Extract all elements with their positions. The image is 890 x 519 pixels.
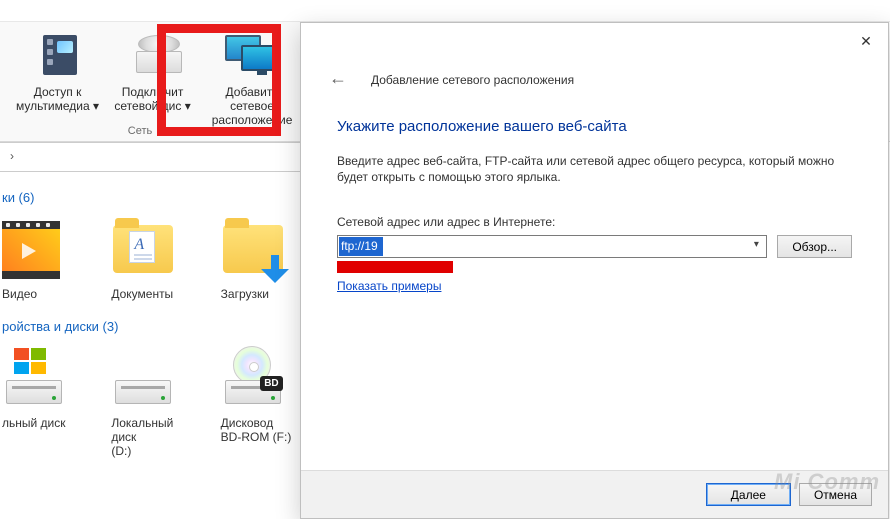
drives-row: льный диск Локальный диск (D:) BD Ди: [0, 346, 300, 458]
network-address-combobox[interactable]: ftp://19 ▾: [337, 235, 767, 258]
item-label: Дисковод: [221, 416, 274, 430]
dialog-description: Введите адрес веб-сайта, FTP-сайта или с…: [337, 153, 852, 185]
dialog-header: ← Добавление сетевого расположения: [301, 58, 888, 110]
list-item-videos[interactable]: Видео: [2, 217, 81, 301]
item-label: Документы: [111, 287, 190, 301]
back-button[interactable]: ←: [329, 68, 353, 92]
dialog-title: Добавление сетевого расположения: [371, 73, 574, 87]
item-label: (D:): [111, 444, 131, 458]
list-item-downloads[interactable]: Загрузки: [221, 217, 300, 301]
browse-button[interactable]: Обзор...: [777, 235, 852, 258]
list-item-local-disk-c[interactable]: льный диск: [2, 346, 81, 458]
media-icon: [23, 29, 93, 81]
list-item-bd-rom[interactable]: BD Дисковод BD-ROM (F:): [221, 346, 300, 458]
address-field-label: Сетевой адрес или адрес в Интернете:: [337, 215, 852, 229]
section-header-folders[interactable]: ки (6): [2, 190, 300, 205]
item-label: Загрузки: [221, 287, 300, 301]
next-button[interactable]: Далее: [706, 483, 791, 506]
bd-rom-icon: BD: [221, 346, 285, 410]
documents-folder-icon: A: [111, 217, 175, 281]
breadcrumb-bar[interactable]: ›: [0, 142, 300, 172]
section-header-drives[interactable]: ройства и диски (3): [2, 319, 300, 334]
annotation-redaction-bar: [337, 261, 453, 273]
ribbon-btn-label: мультимедиа: [16, 99, 90, 113]
folder-row: Видео A Документы Загрузки: [0, 217, 300, 301]
chevron-right-icon: ›: [10, 149, 14, 163]
bd-badge: BD: [260, 376, 282, 391]
ribbon-btn-label: Доступ к: [34, 85, 82, 99]
window-titlebar: [0, 0, 890, 22]
show-examples-link[interactable]: Показать примеры: [337, 279, 441, 293]
local-disk-icon: [2, 346, 66, 410]
add-network-location-dialog: ✕ ← Добавление сетевого расположения Ука…: [300, 22, 889, 519]
dialog-footer: Далее Отмена: [301, 470, 888, 518]
item-label: Видео: [2, 287, 81, 301]
item-label: BD-ROM (F:): [221, 430, 292, 444]
ribbon-btn-media-streaming[interactable]: Доступ к мультимедиа ▾: [10, 27, 105, 113]
item-label: льный диск: [2, 416, 81, 430]
close-button[interactable]: ✕: [848, 29, 884, 53]
list-item-local-disk-d[interactable]: Локальный диск (D:): [111, 346, 190, 458]
dialog-heading: Укажите расположение вашего веб-сайта: [337, 118, 852, 135]
network-address-value: ftp://19: [341, 239, 378, 253]
item-label: Локальный диск: [111, 416, 173, 444]
cancel-button[interactable]: Отмена: [799, 483, 872, 506]
local-disk-icon: [111, 346, 175, 410]
dialog-body: Укажите расположение вашего веб-сайта Вв…: [301, 110, 888, 293]
list-item-documents[interactable]: A Документы: [111, 217, 190, 301]
chevron-down-icon[interactable]: ▾: [748, 239, 764, 255]
video-folder-icon: [2, 217, 66, 281]
dialog-titlebar[interactable]: ✕: [301, 23, 888, 58]
explorer-content: ки (6) Видео A Документы: [0, 172, 300, 519]
downloads-folder-icon: [221, 217, 285, 281]
annotation-highlight-box: [157, 24, 281, 136]
